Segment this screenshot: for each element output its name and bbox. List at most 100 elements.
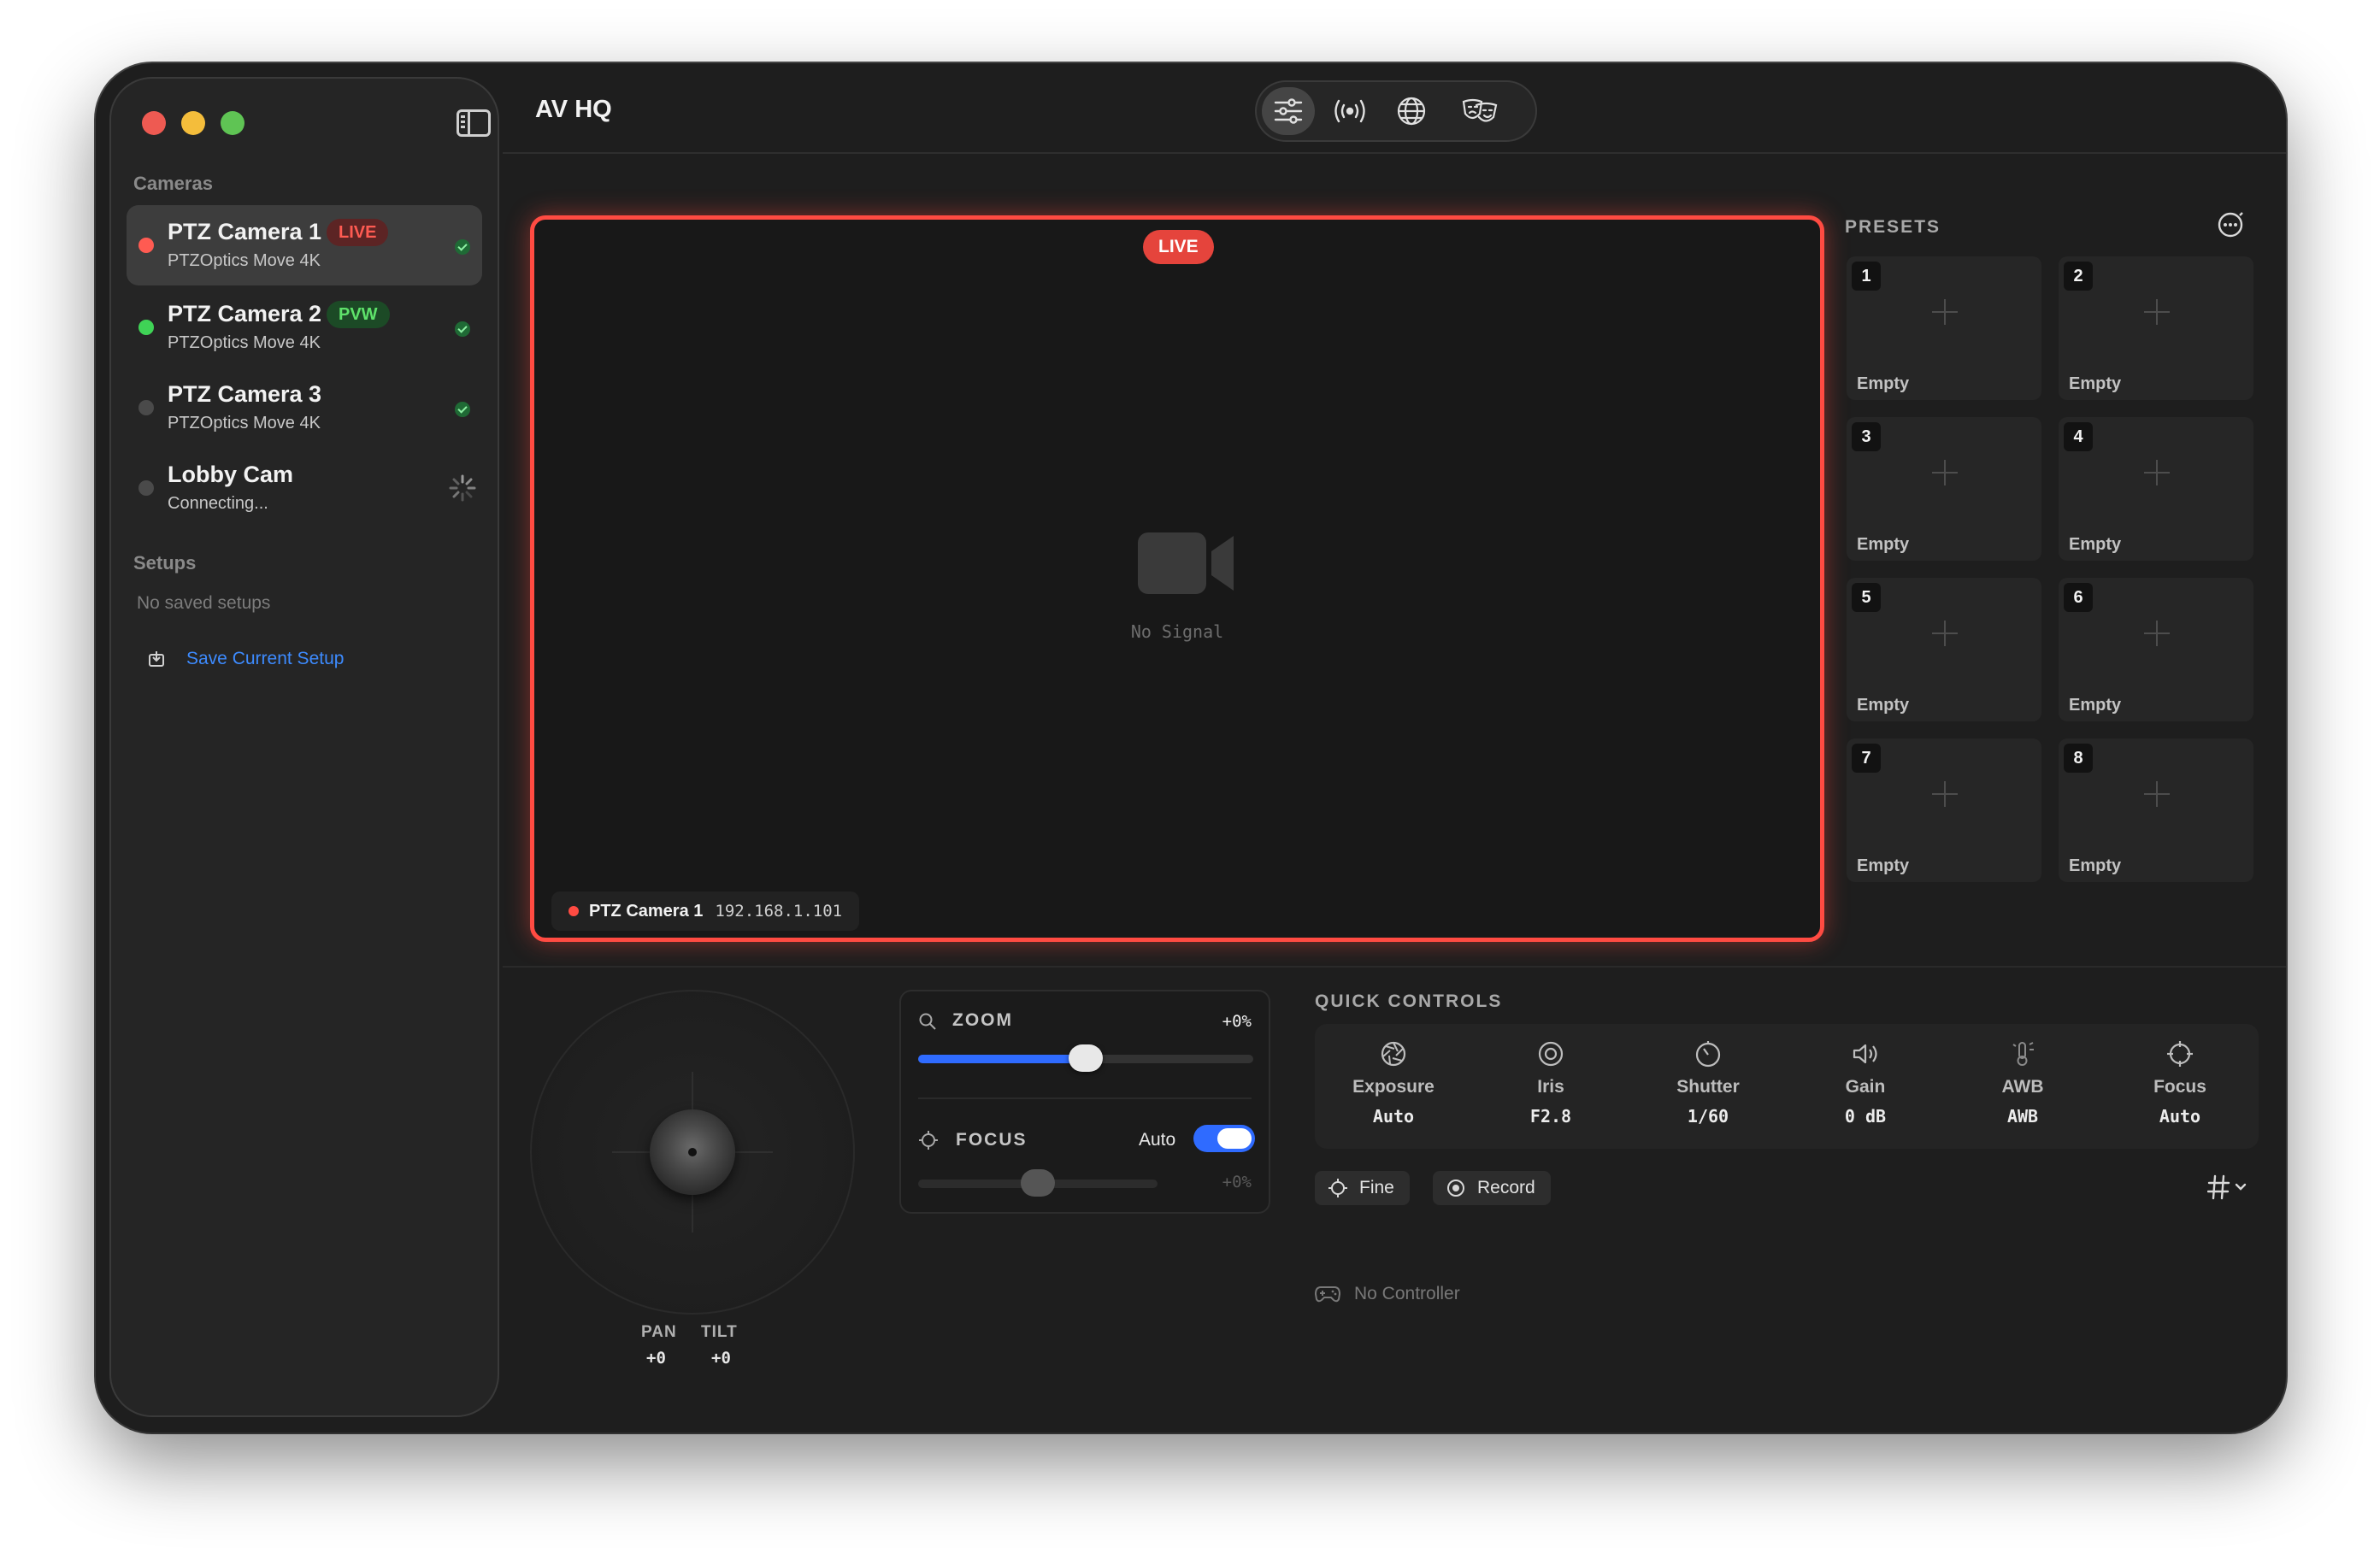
- preset-slot-3[interactable]: 3 Empty: [1847, 417, 2041, 561]
- shutter-icon: [1695, 1041, 1721, 1068]
- control-name: Iris: [1537, 1077, 1564, 1097]
- preview-status-dot: [138, 320, 154, 335]
- focus-slider[interactable]: [918, 1169, 1158, 1197]
- camera-model: PTZOptics Move 4K: [168, 414, 321, 432]
- focus-crosshair-icon: [919, 1131, 938, 1150]
- presets-title: PRESETS: [1845, 217, 1941, 237]
- add-preset-icon: [1932, 299, 1958, 325]
- section-divider: [503, 966, 2286, 968]
- viewer-camera-name: PTZ Camera 1: [589, 901, 704, 921]
- no-controller-text: No Controller: [1354, 1284, 1460, 1303]
- fine-button-label: Fine: [1359, 1178, 1394, 1197]
- pan-value: +0: [646, 1349, 666, 1368]
- broadcast-view-button[interactable]: [1323, 87, 1376, 135]
- web-view-button[interactable]: [1385, 87, 1438, 135]
- preset-slot-4[interactable]: 4 Empty: [2059, 417, 2253, 561]
- camera-name: PTZ Camera 1: [168, 219, 322, 244]
- speaker-icon: [1853, 1044, 1877, 1064]
- close-window-button[interactable]: [142, 111, 166, 135]
- viewer-camera-tag: PTZ Camera 1 192.168.1.101: [551, 891, 860, 931]
- sliders-icon: [1274, 98, 1303, 124]
- quick-control-focus[interactable]: Focus Auto: [2101, 1024, 2259, 1149]
- pan-tilt-joystick[interactable]: [530, 990, 855, 1315]
- preset-number: 4: [2064, 422, 2093, 451]
- add-preset-icon: [1932, 621, 1958, 646]
- preset-number: 5: [1852, 583, 1881, 612]
- control-name: Focus: [2153, 1077, 2206, 1097]
- preset-slot-6[interactable]: 6 Empty: [2059, 578, 2253, 721]
- presets-more-icon[interactable]: [2216, 210, 2245, 239]
- add-preset-icon: [2144, 460, 2170, 485]
- save-current-setup-label: Save Current Setup: [186, 649, 345, 668]
- preset-label: Empty: [2069, 696, 2122, 715]
- preset-number: 2: [2064, 262, 2093, 291]
- preset-number: 7: [1852, 744, 1881, 773]
- preset-slot-8[interactable]: 8 Empty: [2059, 738, 2253, 882]
- broadcast-icon: [1334, 99, 1365, 123]
- zoom-window-button[interactable]: [221, 111, 244, 135]
- add-preset-icon: [2144, 299, 2170, 325]
- sidebar-item-ptz-camera-2[interactable]: PTZ Camera 2 PVW PTZOptics Move 4K: [127, 287, 482, 368]
- quick-control-gain[interactable]: Gain 0 dB: [1787, 1024, 1944, 1149]
- cameras-heading: Cameras: [133, 173, 213, 194]
- focus-label: FOCUS: [956, 1130, 1028, 1150]
- save-current-setup-link[interactable]: Save Current Setup: [147, 646, 344, 672]
- focus-slider-thumb[interactable]: [1021, 1169, 1055, 1197]
- grid-menu-icon[interactable]: [2207, 1173, 2250, 1202]
- preset-slot-7[interactable]: 7 Empty: [1847, 738, 2041, 882]
- app-title: AV HQ: [535, 96, 612, 123]
- quick-control-iris[interactable]: Iris F2.8: [1472, 1024, 1629, 1149]
- live-status-dot: [568, 906, 579, 916]
- controls-view-button[interactable]: [1262, 87, 1315, 135]
- preset-number: 8: [2064, 744, 2093, 773]
- live-indicator: LIVE: [1143, 230, 1214, 264]
- focus-auto-toggle[interactable]: [1193, 1125, 1255, 1152]
- show-view-button[interactable]: [1453, 87, 1506, 135]
- globe-icon: [1397, 97, 1426, 126]
- sidebar: Cameras PTZ Camera 1 LIVE PTZOptics Move…: [109, 77, 499, 1417]
- program-viewer[interactable]: LIVE No Signal PTZ Camera 1 192.168.1.10…: [530, 215, 1824, 942]
- save-icon: [149, 651, 164, 667]
- control-name: AWB: [2001, 1077, 2044, 1097]
- idle-status-dot: [138, 400, 154, 415]
- connected-check-icon: [455, 239, 470, 255]
- camera-model: PTZOptics Move 4K: [168, 333, 321, 352]
- add-preset-icon: [1932, 460, 1958, 485]
- video-camera-icon: [1138, 532, 1234, 594]
- record-button-label: Record: [1477, 1178, 1535, 1197]
- record-button[interactable]: Record: [1433, 1171, 1551, 1205]
- tilt-label: TILT: [701, 1323, 738, 1341]
- preset-label: Empty: [2069, 856, 2122, 875]
- quick-control-shutter[interactable]: Shutter 1/60: [1629, 1024, 1787, 1149]
- preset-number: 6: [2064, 583, 2093, 612]
- control-name: Shutter: [1676, 1077, 1740, 1097]
- preset-slot-1[interactable]: 1 Empty: [1847, 256, 2041, 400]
- aperture-icon: [1381, 1041, 1406, 1067]
- preset-slot-5[interactable]: 5 Empty: [1847, 578, 2041, 721]
- no-setups-text: No saved setups: [137, 593, 271, 613]
- preset-label: Empty: [2069, 535, 2122, 554]
- minimize-window-button[interactable]: [181, 111, 205, 135]
- fine-button[interactable]: Fine: [1315, 1171, 1410, 1205]
- preset-slot-2[interactable]: 2 Empty: [2059, 256, 2253, 400]
- zoom-slider-fill: [918, 1055, 1086, 1063]
- title-divider: [503, 152, 2286, 154]
- control-value: 1/60: [1687, 1106, 1729, 1127]
- setups-heading: Setups: [133, 552, 197, 574]
- sidebar-item-ptz-camera-3[interactable]: PTZ Camera 3 PTZOptics Move 4K: [127, 368, 482, 448]
- zoom-slider-thumb[interactable]: [1069, 1044, 1103, 1072]
- view-switcher-toolbar: [1255, 80, 1537, 142]
- joystick-knob[interactable]: [650, 1109, 735, 1195]
- sidebar-item-lobby-cam[interactable]: Lobby Cam Connecting...: [127, 448, 482, 528]
- sidebar-item-ptz-camera-1[interactable]: PTZ Camera 1 LIVE PTZOptics Move 4K: [127, 205, 482, 285]
- live-status-dot: [138, 238, 154, 253]
- quick-control-exposure[interactable]: Exposure Auto: [1315, 1024, 1472, 1149]
- iris-icon: [1538, 1041, 1564, 1067]
- control-value: Auto: [2159, 1106, 2201, 1127]
- controller-status: No Controller: [1315, 1284, 1460, 1304]
- camera-name: PTZ Camera 2: [168, 301, 322, 327]
- zoom-slider[interactable]: [918, 1044, 1253, 1072]
- control-value: 0 dB: [1844, 1106, 1887, 1127]
- quick-control-awb[interactable]: AWB AWB: [1944, 1024, 2101, 1149]
- sidebar-toggle-icon[interactable]: [457, 109, 491, 137]
